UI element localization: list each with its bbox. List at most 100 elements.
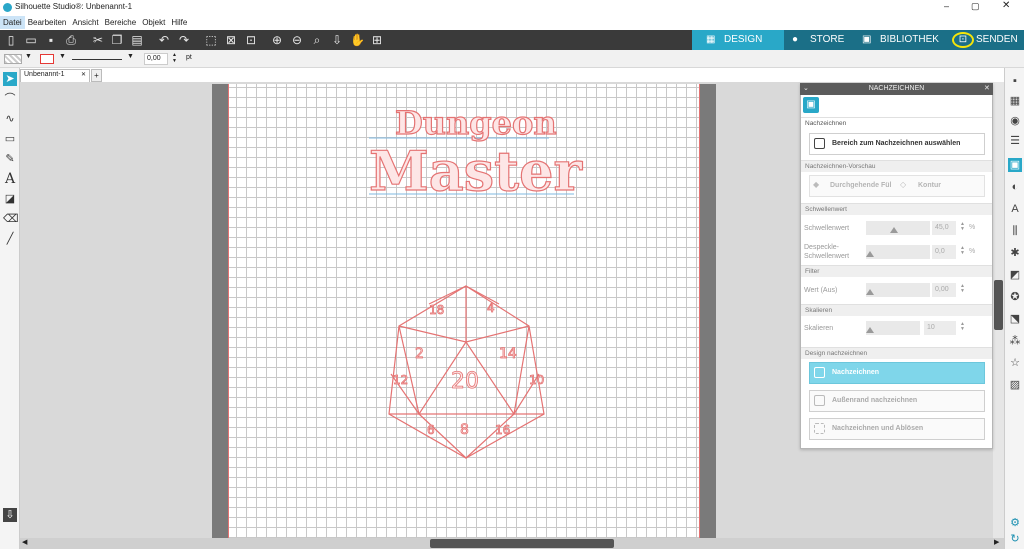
rectangle-icon[interactable]: ▭ [3,132,17,146]
menu-hilfe[interactable]: Hilfe [168,16,190,29]
line-style-preview[interactable] [72,59,122,60]
redo-icon[interactable]: ↷ [177,33,191,47]
despeckle-value[interactable]: 0,0 [932,245,956,259]
add-page-icon[interactable]: ⊞ [370,33,384,47]
scale-stepper[interactable]: ▲ ▼ [960,322,965,332]
offset-star-icon[interactable]: ✪ [1008,290,1022,304]
scroll-right-icon[interactable]: ▶ [994,538,999,546]
menu-objekt[interactable]: Objekt [139,16,168,29]
minimize-icon[interactable]: – [944,1,949,11]
line-color-icon[interactable]: ☰ [1008,134,1022,148]
cut-icon[interactable]: ✂ [91,33,105,47]
page-setup-icon[interactable]: ▪ [1008,74,1022,88]
pencil-icon[interactable]: ✎ [3,152,17,166]
paste-icon[interactable]: ▤ [130,33,144,47]
fill-icon[interactable]: ◪ [3,192,17,206]
deselect-icon[interactable]: ⊠ [224,33,238,47]
print-icon[interactable]: ⎙ [64,33,78,47]
tab-library[interactable]: ▣ BIBLIOTHEK [850,30,942,50]
cutting-mat-page[interactable]: Dungeon Master 20 18 4 2 14 12 10 6 8 16 [228,84,700,538]
select-all-icon[interactable]: ⬚ [204,33,218,47]
scale-slider[interactable] [866,321,920,335]
close-icon[interactable]: ✕ [984,83,990,95]
scroll-left-icon[interactable]: ◀ [22,538,27,546]
knife-icon[interactable]: ╱ [3,232,17,246]
menu-datei[interactable]: Datei [0,16,25,29]
undo-icon[interactable]: ↶ [157,33,171,47]
chevron-down-icon[interactable]: ▼ [25,53,32,60]
menu-bereiche[interactable]: Bereiche [102,16,140,29]
chevron-down-icon[interactable]: ▼ [127,53,134,60]
save-icon[interactable]: ▪ [44,33,58,47]
zoom-area-icon[interactable]: ⌕ [310,33,324,47]
threshold-slider-handle[interactable] [890,227,898,233]
tab-design[interactable]: ▦ DESIGN [692,30,784,50]
collapse-icon[interactable]: ⌄ [803,83,809,95]
settings-gear-icon[interactable]: ⚙ [1008,516,1022,530]
align-icon[interactable]: ⫼ [1008,224,1022,238]
vertical-scroll-thumb[interactable] [994,280,1003,330]
trace-tab-icon[interactable]: ▣ [803,97,819,113]
threshold-value[interactable]: 45,0 [932,221,956,235]
open-folder-icon[interactable]: ▭ [24,33,38,47]
modify-icon[interactable]: ◩ [1008,268,1022,282]
select-arrow-icon[interactable]: ➤ [3,72,17,86]
trace-button[interactable]: Nachzeichnen [809,362,985,384]
refresh-icon[interactable]: ↻ [1008,532,1022,546]
tab-send[interactable]: ⊡ SENDEN [942,30,1024,50]
line-width-input[interactable]: 0,00 [144,53,168,65]
document-tab[interactable]: Unbenannt-1 ✕ [20,69,90,82]
new-file-icon[interactable]: ▯ [4,33,18,47]
filter-stepper[interactable]: ▲ ▼ [960,284,965,294]
transparency-icon[interactable]: ◐ [1008,180,1022,194]
transform-icon[interactable]: ⬔ [1008,312,1022,326]
close-icon[interactable]: ✕ [1002,0,1010,11]
tab-store[interactable]: ● STORE [784,30,850,50]
text-tool-icon[interactable]: A [3,172,17,186]
maximize-icon[interactable]: ▢ [971,1,980,12]
threshold-slider[interactable] [866,221,930,235]
edit-points-icon[interactable]: ⌒ [3,92,17,106]
bezier-icon[interactable]: ∿ [3,112,17,126]
line-color-swatch[interactable] [40,54,54,64]
scale-slider-handle[interactable] [866,327,874,333]
add-tab-button[interactable]: + [91,69,102,82]
sketch-icon[interactable]: ⁂ [1008,334,1022,348]
scale-value[interactable]: 10 [924,321,956,335]
registration-icon[interactable]: ▦ [1008,94,1022,108]
fill-color-icon[interactable]: ◉ [1008,114,1022,128]
despeckle-slider-handle[interactable] [866,251,874,257]
import-icon[interactable]: ⇩ [3,508,17,522]
pattern-icon[interactable]: ▨ [1008,378,1022,392]
design-text-master[interactable]: Master [368,138,583,203]
despeckle-slider[interactable] [866,245,930,259]
design-canvas[interactable]: Dungeon Master 20 18 4 2 14 12 10 6 8 16 [229,84,701,538]
fit-to-page-icon[interactable]: ⇩ [330,33,344,47]
select-trace-area-button[interactable]: Bereich zum Nachzeichnen auswählen [809,133,985,155]
menu-bearbeiten[interactable]: Bearbeiten [25,16,70,29]
trace-outer-edge-button[interactable]: Außenrand nachzeichnen [809,390,985,412]
eraser-icon[interactable]: ⌫ [3,212,19,226]
line-width-stepper[interactable]: ▲ ▼ [172,52,177,64]
text-style-icon[interactable]: A [1008,202,1022,216]
filter-slider-handle[interactable] [866,289,874,295]
replicate-icon[interactable]: ✱ [1008,246,1022,260]
close-icon[interactable]: ✕ [81,71,86,78]
despeckle-stepper[interactable]: ▲ ▼ [960,246,965,256]
zoom-out-icon[interactable]: ⊖ [290,33,304,47]
horizontal-scroll-thumb[interactable] [430,539,614,548]
chevron-down-icon[interactable]: ▼ [59,53,66,60]
pan-hand-icon[interactable]: ✋ [350,33,365,47]
zoom-in-icon[interactable]: ⊕ [270,33,284,47]
trace-icon[interactable]: ▣ [1008,158,1022,172]
fill-pattern-swatch[interactable] [4,54,22,64]
filter-value[interactable]: 0,00 [932,283,956,297]
threshold-stepper[interactable]: ▲ ▼ [960,222,965,232]
menu-ansicht[interactable]: Ansicht [69,16,101,29]
design-text-dungeon[interactable]: Dungeon [394,103,557,142]
select-by-color-icon[interactable]: ⊡ [244,33,258,47]
filter-slider[interactable] [866,283,930,297]
trace-and-detach-button[interactable]: Nachzeichnen und Ablösen [809,418,985,440]
star-icon[interactable]: ☆ [1008,356,1022,370]
copy-icon[interactable]: ❐ [110,33,124,47]
